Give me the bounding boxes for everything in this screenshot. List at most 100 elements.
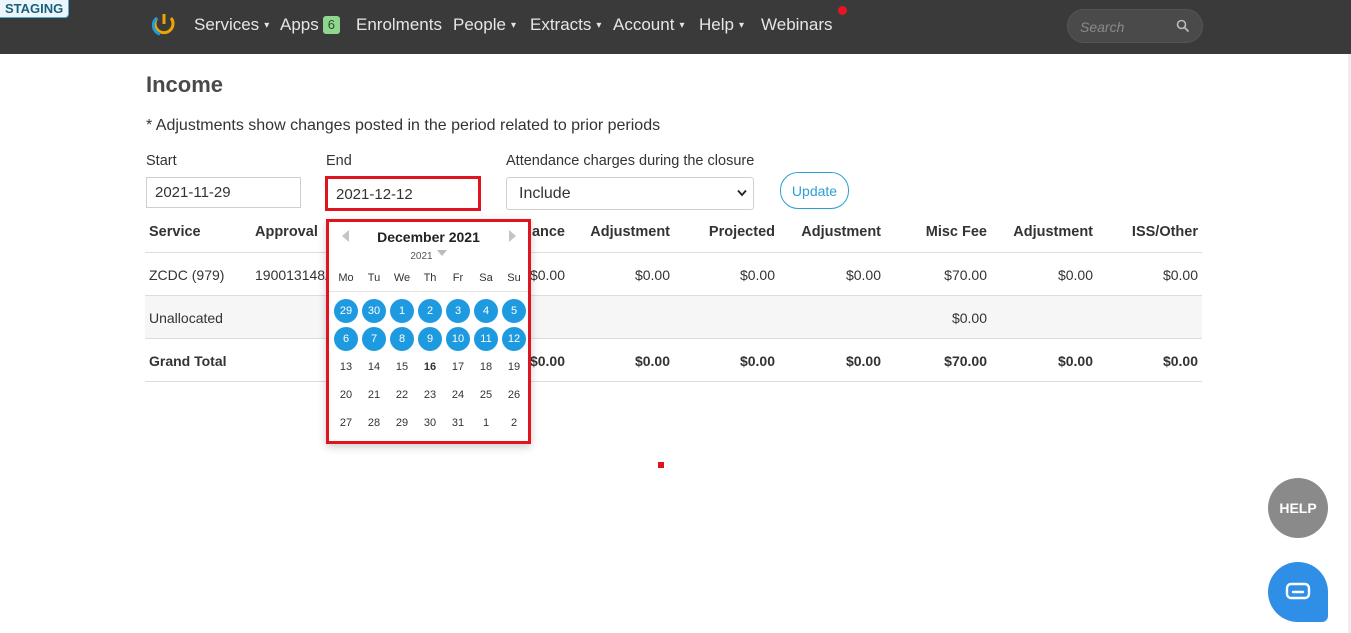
app-logo-icon[interactable] (152, 12, 176, 38)
col-iss-other: ISS/Other (1131, 224, 1198, 240)
cell-projected: $0.00 (739, 353, 775, 369)
nav-enrolments-label: Enrolments (356, 15, 442, 34)
calendar-day[interactable]: 5 (502, 299, 526, 323)
page-title: Income (146, 72, 224, 97)
search-box[interactable] (1067, 9, 1203, 43)
calendar-day[interactable]: 1 (390, 299, 414, 323)
nav-webinars[interactable]: Webinars (761, 14, 833, 36)
start-label: Start (146, 153, 177, 169)
end-date-highlight (325, 176, 481, 211)
next-month-arrow-icon[interactable] (509, 230, 516, 242)
environment-badge: STAGING (0, 0, 70, 18)
cell-service: ZCDC (979) (149, 267, 225, 283)
cell-misc-fee: $70.00 (944, 267, 987, 283)
calendar-day[interactable]: 19 (502, 355, 526, 379)
chat-icon (1285, 582, 1311, 600)
calendar-day[interactable]: 20 (334, 383, 358, 407)
calendar-day[interactable]: 24 (446, 383, 470, 407)
calendar-day[interactable]: 1 (474, 411, 498, 435)
calendar-day[interactable]: 14 (362, 355, 386, 379)
chevron-down-icon: ▾ (510, 20, 516, 31)
calendar-day[interactable]: 28 (362, 411, 386, 435)
cell-projected: $0.00 (739, 267, 775, 283)
adjustments-note: * Adjustments show changes posted in the… (146, 117, 661, 134)
calendar-day[interactable]: 17 (446, 355, 470, 379)
calendar-day[interactable]: 22 (390, 383, 414, 407)
cell-attendance: $0.00 (529, 267, 565, 283)
calendar-day[interactable]: 3 (446, 299, 470, 323)
calendar-day[interactable]: 2 (502, 411, 526, 435)
calendar-day[interactable]: 29 (334, 299, 358, 323)
calendar-day[interactable]: 18 (474, 355, 498, 379)
calendar-day[interactable]: 30 (418, 411, 442, 435)
date-picker-popup: December 2021 2021 Mo Tu We Th Fr Sa Su 29 30 1 2 3… (326, 219, 531, 444)
table-row: Unallocated $0.00 (145, 296, 1202, 339)
cell-misc-fee: $0.00 (951, 310, 987, 326)
table-row-grand-total: Grand Total $0.00 $0.00 $0.00 $0.00 $70.… (145, 339, 1202, 382)
nav-services-label: Services (194, 15, 260, 34)
calendar-day[interactable]: 21 (362, 383, 386, 407)
attendance-select[interactable]: Include (506, 177, 754, 210)
table-row: ZCDC (979) 190013148A $0.00 $0.00 $0.00 … (145, 253, 1202, 296)
chevron-down-icon: ▾ (596, 20, 602, 31)
calendar-day[interactable]: 12 (502, 327, 526, 351)
calendar-day[interactable]: 27 (334, 411, 358, 435)
nav-help[interactable]: Help ▾ (699, 14, 744, 39)
calendar-day[interactable]: 13 (334, 355, 358, 379)
col-service: Service (149, 224, 201, 240)
cell-iss-other: $0.00 (1162, 353, 1198, 369)
calendar-day[interactable]: 6 (334, 327, 358, 351)
calendar-day[interactable]: 10 (446, 327, 470, 351)
calendar-day[interactable]: 31 (446, 411, 470, 435)
weekday-label: Mo (338, 272, 354, 284)
search-icon[interactable] (1176, 19, 1190, 33)
update-button[interactable]: Update (780, 172, 849, 209)
nav-people[interactable]: People ▾ (453, 14, 516, 39)
cell-service: Unallocated (149, 310, 223, 326)
calendar-day[interactable]: 29 (390, 411, 414, 435)
search-input[interactable] (1078, 17, 1173, 37)
calendar-year-dropdown[interactable]: 2021 (329, 250, 528, 262)
nav-extracts[interactable]: Extracts ▾ (530, 14, 601, 39)
col-adjustment-1: Adjustment (590, 224, 670, 240)
calendar-month-title[interactable]: December 2021 (329, 229, 528, 245)
cell-adjustment-3: $0.00 (1057, 267, 1093, 283)
chevron-down-icon: ▾ (738, 20, 744, 31)
calendar-day[interactable]: 16 (418, 355, 442, 379)
attendance-label: Attendance charges during the closure (506, 153, 755, 169)
nav-apps[interactable]: Apps 6 (280, 14, 340, 36)
calendar-day[interactable]: 9 (418, 327, 442, 351)
calendar-divider (329, 291, 528, 292)
calendar-day[interactable]: 8 (390, 327, 414, 351)
calendar-day[interactable]: 7 (362, 327, 386, 351)
cell-service: Grand Total (149, 353, 227, 369)
calendar-day[interactable]: 15 (390, 355, 414, 379)
calendar-day[interactable]: 11 (474, 327, 498, 351)
cell-adjustment-2: $0.00 (845, 267, 881, 283)
calendar-day[interactable]: 25 (474, 383, 498, 407)
weekday-label: Fr (452, 272, 464, 284)
calendar-day[interactable]: 4 (474, 299, 498, 323)
cell-iss-other: $0.00 (1162, 267, 1198, 283)
nav-services[interactable]: Services ▾ (194, 14, 269, 39)
nav-enrolments[interactable]: Enrolments (356, 14, 442, 36)
help-button[interactable]: HELP (1268, 478, 1328, 538)
col-approval: Approval (255, 224, 318, 240)
weekday-label: Tu (367, 272, 381, 284)
nav-apps-label: Apps (280, 15, 319, 34)
calendar-day[interactable]: 26 (502, 383, 526, 407)
calendar-day[interactable]: 30 (362, 299, 386, 323)
red-marker (658, 462, 664, 468)
chat-button[interactable] (1268, 562, 1328, 622)
table-header-row: Service Approval ance Adjustment Project… (145, 210, 1202, 253)
start-date-input[interactable] (146, 177, 301, 208)
end-label: End (326, 153, 352, 169)
col-adjustment-3: Adjustment (1013, 224, 1093, 240)
col-misc-fee: Misc Fee (925, 224, 987, 240)
chevron-down-icon: ▾ (679, 20, 685, 31)
calendar-day[interactable]: 2 (418, 299, 442, 323)
chevron-down-icon (737, 189, 747, 197)
chevron-down-icon: ▾ (264, 20, 270, 31)
calendar-day[interactable]: 23 (418, 383, 442, 407)
nav-account[interactable]: Account ▾ (613, 14, 684, 39)
